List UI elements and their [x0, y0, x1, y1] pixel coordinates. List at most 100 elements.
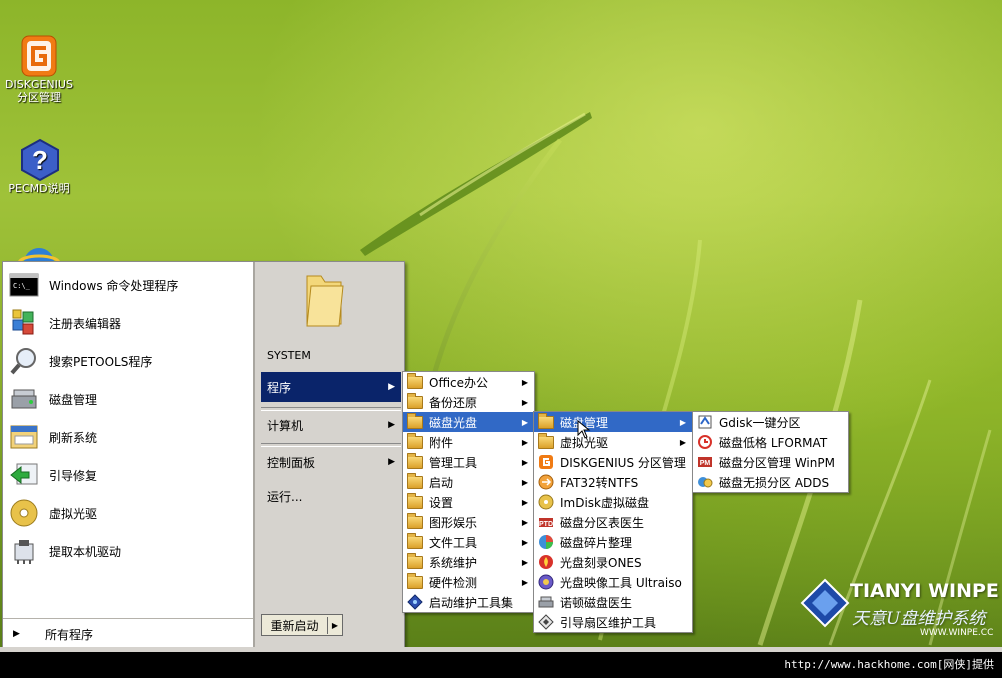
all-programs-label: 所有程序 [45, 627, 94, 642]
triangle-right-icon: ▶ [521, 517, 528, 527]
menu-item-label: Gdisk一键分区 [719, 415, 801, 430]
triangle-right-icon: ▶ [521, 577, 528, 587]
menu-item-adds[interactable]: 磁盘无损分区 ADDS [693, 472, 848, 492]
menu-item-label: 磁盘分区管理 WinPM [719, 455, 835, 470]
menu-item-defrag[interactable]: 磁盘碎片整理 [534, 532, 692, 552]
disk-management-submenu: Gdisk一键分区 磁盘低格 LFORMAT PM 磁盘分区管理 WinPM 磁盘… [692, 411, 849, 493]
menu-item-norton-disk-doctor[interactable]: 诺顿磁盘医生 [534, 592, 692, 612]
start-item-refresh[interactable]: 刷新系统 [9, 420, 249, 454]
menu-item-label: 设置 [429, 495, 454, 510]
menu-item-graphics[interactable]: 图形娱乐 ▶ [403, 512, 534, 532]
tianyi-winpe-logo: TIANYI WINPE 天意U盘维护系统 WWW.WINPE.CC [800, 574, 1002, 644]
menu-item-label: DISKGENIUS 分区管理 [560, 455, 686, 470]
gdisk-icon [697, 414, 713, 430]
cmd-icon: C:\_ [9, 270, 39, 300]
menu-item-label: 光盘刻录ONES [560, 555, 642, 570]
triangle-right-icon: ▶ [521, 497, 528, 507]
start-item-search-petools[interactable]: 搜索PETOOLS程序 [9, 344, 249, 378]
menu-item-label: 图形娱乐 [429, 515, 478, 530]
disk-cd-submenu: 磁盘管理 ▶ 虚拟光驱 ▶ DISKGENIUS 分区管理 FAT32转NTFS I… [533, 411, 693, 633]
all-programs-button[interactable]: ▶ 所有程序 [3, 618, 253, 649]
lformat-icon [697, 434, 713, 450]
folder-icon [407, 432, 423, 450]
menu-item-gdisk[interactable]: Gdisk一键分区 [693, 412, 848, 432]
menu-item-label: 磁盘无损分区 ADDS [719, 475, 830, 490]
menu-item-control-panel[interactable]: 控制面板 ▶ [261, 447, 401, 477]
menu-item-disk-cd[interactable]: 磁盘光盘 ▶ [403, 412, 534, 432]
user-name-label: SYSTEM [267, 349, 311, 362]
start-menu: C:\_ Windows 命令处理程序 注册表编辑器 搜索PETOOLS程序 磁… [2, 261, 405, 649]
triangle-right-icon: ▶ [521, 557, 528, 567]
programs-submenu: Office办公 ▶ 备份还原 ▶ 磁盘光盘 ▶ 附件 ▶ 管理工具 ▶ 启动 ▶ 设置 ▶ … [402, 371, 535, 613]
menu-item-file-tools[interactable]: 文件工具 ▶ [403, 532, 534, 552]
folder-icon [407, 552, 423, 570]
menu-item-accessories[interactable]: 附件 ▶ [403, 432, 534, 452]
folder-icon [538, 432, 554, 450]
menu-item-diskgenius[interactable]: DISKGENIUS 分区管理 [534, 452, 692, 472]
start-item-label: 提取本机驱动 [49, 544, 122, 559]
menu-item-programs[interactable]: 程序 ▶ [261, 372, 401, 402]
source-credit: http://www.hackhome.com[网侠]提供 [784, 658, 994, 671]
folder-icon [407, 392, 423, 410]
logo-title: TIANYI WINPE [850, 580, 999, 602]
start-menu-pinned-list: C:\_ Windows 命令处理程序 注册表编辑器 搜索PETOOLS程序 磁… [3, 262, 253, 649]
menu-item-office[interactable]: Office办公 ▶ [403, 372, 534, 392]
start-item-extract-drivers[interactable]: 提取本机驱动 [9, 534, 249, 568]
triangle-right-icon: ▶ [679, 417, 686, 427]
desktop-icon-pecmd-help[interactable]: ? PECMD说明 [1, 138, 77, 195]
folder-icon [407, 452, 423, 470]
start-menu-right-pane: SYSTEM 程序 ▶ 计算机 ▶ 控制面板 ▶ 运行... 重新启动 ▶ [255, 262, 404, 648]
restart-button[interactable]: 重新启动 ▶ [261, 614, 343, 636]
menu-item-label: 启动维护工具集 [429, 595, 514, 610]
start-item-cmd[interactable]: C:\_ Windows 命令处理程序 [9, 268, 249, 302]
start-item-regedit[interactable]: 注册表编辑器 [9, 306, 249, 340]
menu-item-label: ImDisk虚拟磁盘 [560, 495, 650, 510]
triangle-right-icon: ▶ [13, 629, 20, 639]
virtual-disk-icon [538, 494, 554, 510]
mouse-cursor-icon [577, 420, 591, 439]
menu-item-fat32-to-ntfs[interactable]: FAT32转NTFS [534, 472, 692, 492]
menu-item-backup-restore[interactable]: 备份还原 ▶ [403, 392, 534, 412]
menu-item-boot-toolkit[interactable]: 启动维护工具集 [403, 592, 534, 612]
triangle-right-icon: ▶ [388, 382, 395, 392]
menu-item-ultraiso[interactable]: 光盘映像工具 Ultraiso [534, 572, 692, 592]
folder-icon [407, 412, 423, 430]
start-item-label: 磁盘管理 [49, 392, 98, 407]
svg-text:C:\_: C:\_ [13, 282, 31, 290]
folder-icon [407, 532, 423, 550]
menu-item-startup[interactable]: 启动 ▶ [403, 472, 534, 492]
menu-item-admin-tools[interactable]: 管理工具 ▶ [403, 452, 534, 472]
start-item-label: 搜索PETOOLS程序 [49, 354, 153, 369]
menu-item-lformat[interactable]: 磁盘低格 LFORMAT [693, 432, 848, 452]
menu-item-boot-sector-tool[interactable]: 引导扇区维护工具 [534, 612, 692, 632]
menu-item-settings[interactable]: 设置 ▶ [403, 492, 534, 512]
start-item-label: Windows 命令处理程序 [49, 278, 179, 293]
menu-item-label: 磁盘低格 LFORMAT [719, 435, 828, 450]
start-item-boot-repair[interactable]: 引导修复 [9, 458, 249, 492]
menu-item-virtual-cd[interactable]: 虚拟光驱 ▶ [534, 432, 692, 452]
menu-item-label: 附件 [429, 435, 454, 450]
menu-item-disk-management[interactable]: 磁盘管理 ▶ [534, 412, 692, 432]
menu-item-label: 管理工具 [429, 455, 478, 470]
triangle-right-icon: ▶ [388, 420, 395, 430]
menu-item-winpm[interactable]: PM 磁盘分区管理 WinPM [693, 452, 848, 472]
start-item-virtual-cd[interactable]: 虚拟光驱 [9, 496, 249, 530]
triangle-right-icon: ▶ [679, 437, 686, 447]
search-icon [9, 346, 39, 376]
menu-item-run[interactable]: 运行... [261, 481, 401, 511]
folder-icon [407, 472, 423, 490]
menu-item-label: FAT32转NTFS [560, 475, 639, 490]
diskgenius-icon [538, 454, 554, 470]
menu-item-label: Office办公 [429, 375, 489, 390]
menu-item-burn-ones[interactable]: 光盘刻录ONES [534, 552, 692, 572]
menu-item-imdisk[interactable]: ImDisk虚拟磁盘 [534, 492, 692, 512]
desktop-icon-diskgenius[interactable]: DISKGENIUS 分区管理 [1, 34, 77, 104]
menu-item-partition-table-doctor[interactable]: PTD 磁盘分区表医生 [534, 512, 692, 532]
user-folder-icon[interactable] [299, 266, 349, 330]
restart-options-arrow[interactable]: ▶ [328, 621, 342, 630]
menu-item-system-maintenance[interactable]: 系统维护 ▶ [403, 552, 534, 572]
logo-url: WWW.WINPE.CC [920, 628, 994, 638]
menu-item-hardware-test[interactable]: 硬件检测 ▶ [403, 572, 534, 592]
start-item-disk-management[interactable]: 磁盘管理 [9, 382, 249, 416]
menu-item-computer[interactable]: 计算机 ▶ [261, 410, 401, 440]
